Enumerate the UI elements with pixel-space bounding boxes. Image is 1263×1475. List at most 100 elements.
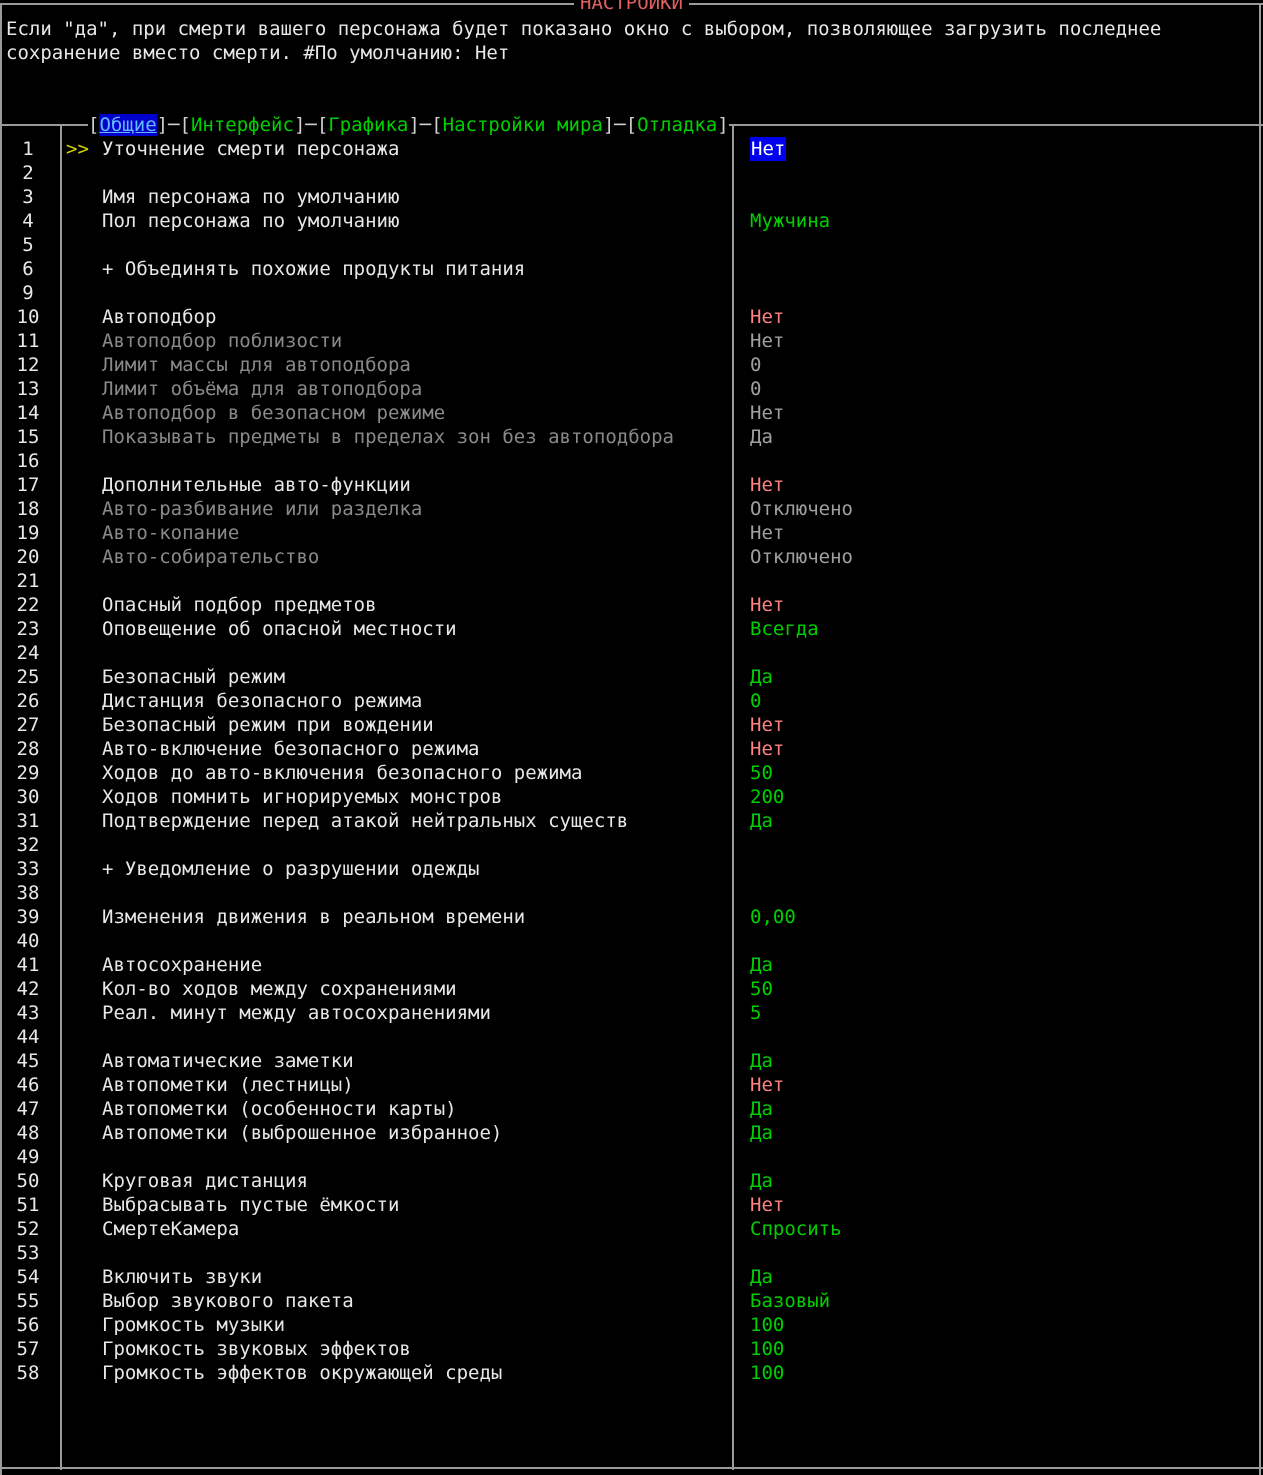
option-value[interactable]: 0 — [750, 377, 761, 401]
tab-world-settings[interactable]: Настройки мира — [443, 114, 603, 136]
option-value[interactable]: Нет — [750, 1073, 784, 1097]
option-value[interactable]: Отключено — [750, 497, 853, 521]
option-value[interactable]: 5 — [750, 1001, 761, 1025]
option-value[interactable]: Нет — [750, 593, 784, 617]
option-value[interactable]: Нет — [750, 473, 784, 497]
option-row[interactable]: 30 Ходов помнить игнорируемых монстров 200 — [0, 785, 1250, 809]
option-label: Уточнение смерти персонажа — [102, 138, 400, 160]
option-row[interactable]: 58 Громкость эффектов окружающей среды 100 — [0, 1361, 1250, 1385]
option-row[interactable]: 19 Авто-копание Нет — [0, 521, 1250, 545]
option-value[interactable]: Нет — [750, 401, 784, 425]
option-value[interactable]: 50 — [750, 761, 773, 785]
option-value[interactable]: Нет — [750, 737, 784, 761]
option-row[interactable]: 13 Лимит объёма для автоподбора 0 — [0, 377, 1250, 401]
option-label: Ходов помнить игнорируемых монстров — [102, 786, 503, 808]
option-value[interactable]: Да — [750, 953, 773, 977]
option-value[interactable]: 50 — [750, 977, 773, 1001]
option-value[interactable]: Да — [750, 1097, 773, 1121]
option-row[interactable]: 28 Авто-включение безопасного режима Нет — [0, 737, 1250, 761]
option-row[interactable]: 29 Ходов до авто-включения безопасного ре… — [0, 761, 1250, 785]
option-value[interactable]: Всегда — [750, 617, 819, 641]
line-number: 29 — [16, 762, 40, 784]
tab-general[interactable]: Общие — [99, 114, 157, 136]
option-row[interactable]: 25 Безопасный режим Да — [0, 665, 1250, 689]
option-value[interactable]: Да — [750, 1265, 773, 1289]
option-value[interactable]: Да — [750, 1169, 773, 1193]
option-row[interactable]: 27 Безопасный режим при вождении Нет — [0, 713, 1250, 737]
option-label: Авто-копание — [102, 522, 240, 544]
option-row[interactable]: 15 Показывать предметы в пределах зон без… — [0, 425, 1250, 449]
option-row[interactable]: 11 Автоподбор поблизости Нет — [0, 329, 1250, 353]
option-row[interactable]: 55 Выбор звукового пакета Базовый — [0, 1289, 1250, 1313]
option-value[interactable]: Да — [750, 1121, 773, 1145]
option-row[interactable]: 26 Дистанция безопасного режима 0 — [0, 689, 1250, 713]
line-number: 9 — [22, 282, 34, 304]
option-value[interactable]: 200 — [750, 785, 784, 809]
line-number: 43 — [16, 1002, 40, 1024]
option-row[interactable]: 46 Автопометки (лестницы) Нет — [0, 1073, 1250, 1097]
option-label: Дистанция безопасного режима — [102, 690, 423, 712]
option-row[interactable]: 17 Дополнительные авто-функции Нет — [0, 473, 1250, 497]
tab-graphics[interactable]: Графика — [328, 114, 408, 136]
option-row[interactable]: 33 + Уведомление о разрушении одежды — [0, 857, 1250, 881]
option-value[interactable]: 100 — [750, 1313, 784, 1337]
option-row[interactable]: 45 Автоматические заметки Да — [0, 1049, 1250, 1073]
line-number: 39 — [16, 906, 40, 928]
option-value[interactable]: Да — [750, 809, 773, 833]
option-value[interactable]: Нет — [750, 305, 784, 329]
option-row[interactable]: 52 СмертеКамера Спросить — [0, 1217, 1250, 1241]
option-value[interactable]: 0 — [750, 689, 761, 713]
option-row: 53 — [0, 1241, 1250, 1265]
option-row[interactable]: 43 Реал. минут между автосохранениями 5 — [0, 1001, 1250, 1025]
tab-interface[interactable]: Интерфейс — [191, 114, 294, 136]
option-value[interactable]: Да — [750, 425, 773, 449]
option-row[interactable]: 51 Выбрасывать пустые ёмкости Нет — [0, 1193, 1250, 1217]
option-value[interactable]: Нет — [750, 1193, 784, 1217]
option-row[interactable]: 23 Оповещение об опасной местности Всегда — [0, 617, 1250, 641]
option-label: Громкость эффектов окружающей среды — [102, 1362, 503, 1384]
option-row[interactable]: 4 Пол персонажа по умолчанию Мужчина — [0, 209, 1250, 233]
option-value[interactable]: Спросить — [750, 1217, 842, 1241]
option-row[interactable]: 31 Подтверждение перед атакой нейтральных… — [0, 809, 1250, 833]
option-label: Реал. минут между автосохранениями — [102, 1002, 491, 1024]
option-row[interactable]: 42 Кол-во ходов между сохранениями 50 — [0, 977, 1250, 1001]
option-label: Автопометки (особенности карты) — [102, 1098, 457, 1120]
option-row[interactable]: 20 Авто-собирательство Отключено — [0, 545, 1250, 569]
line-number: 42 — [16, 978, 40, 1000]
option-row[interactable]: 6 + Объединять похожие продукты питания — [0, 257, 1250, 281]
option-value[interactable]: Нет — [750, 521, 784, 545]
option-value[interactable]: Да — [750, 665, 773, 689]
option-row[interactable]: 41 Автосохранение Да — [0, 953, 1250, 977]
option-row[interactable]: 18 Авто-разбивание или разделка Отключено — [0, 497, 1250, 521]
option-value[interactable]: Мужчина — [750, 209, 830, 233]
option-row[interactable]: 48 Автопометки (выброшенное избранное) Да — [0, 1121, 1250, 1145]
option-row[interactable]: 57 Громкость звуковых эффектов 100 — [0, 1337, 1250, 1361]
option-row[interactable]: 54 Включить звуки Да — [0, 1265, 1250, 1289]
option-value[interactable]: Да — [750, 1049, 773, 1073]
option-value[interactable]: 100 — [750, 1337, 784, 1361]
option-value[interactable]: Отключено — [750, 545, 853, 569]
option-value[interactable]: 0 — [750, 353, 761, 377]
tab-debug[interactable]: Отладка — [637, 114, 717, 136]
option-value[interactable]: Нет — [750, 713, 784, 737]
option-label: Оповещение об опасной местности — [102, 618, 457, 640]
option-label: СмертеКамера — [102, 1218, 240, 1240]
option-row[interactable]: 14 Автоподбор в безопасном режиме Нет — [0, 401, 1250, 425]
option-row[interactable]: 39 Изменения движения в реальном времени 0… — [0, 905, 1250, 929]
option-value[interactable]: Нет — [750, 329, 784, 353]
option-row[interactable]: 3 Имя персонажа по умолчанию — [0, 185, 1250, 209]
line-number: 31 — [16, 810, 40, 832]
option-row[interactable]: 10 Автоподбор Нет — [0, 305, 1250, 329]
line-number: 23 — [16, 618, 40, 640]
option-row[interactable]: 50 Круговая дистанция Да — [0, 1169, 1250, 1193]
option-row[interactable]: 22 Опасный подбор предметов Нет — [0, 593, 1250, 617]
option-row[interactable]: 1 >> Уточнение смерти персонажа Нет — [0, 137, 1250, 161]
line-number: 17 — [16, 474, 40, 496]
option-value[interactable]: 100 — [750, 1361, 784, 1385]
option-row[interactable]: 12 Лимит массы для автоподбора 0 — [0, 353, 1250, 377]
option-row[interactable]: 56 Громкость музыки 100 — [0, 1313, 1250, 1337]
option-value[interactable]: Базовый — [750, 1289, 830, 1313]
option-value[interactable]: 0,00 — [750, 905, 796, 929]
option-row[interactable]: 47 Автопометки (особенности карты) Да — [0, 1097, 1250, 1121]
option-value[interactable]: Нет — [750, 137, 787, 161]
